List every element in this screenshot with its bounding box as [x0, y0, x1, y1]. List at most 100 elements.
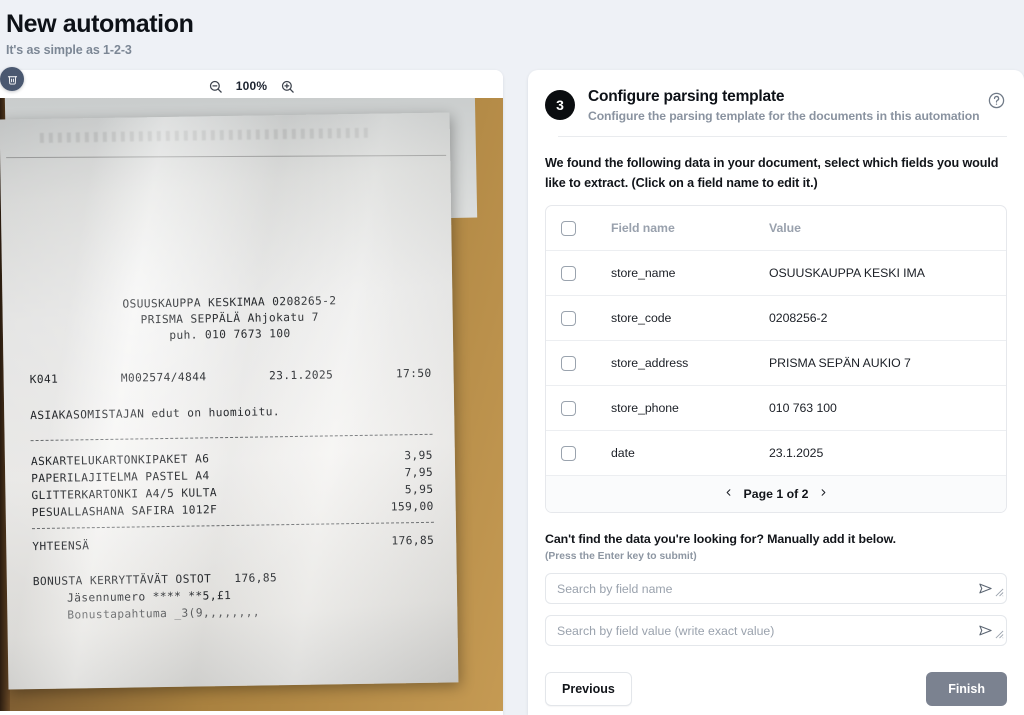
zoom-in-icon [280, 79, 295, 94]
receipt-member-line: Jäsennumero **** **5,£1 [66, 588, 232, 605]
field-value-cell: 0208256-2 [769, 311, 828, 325]
resize-handle[interactable] [995, 584, 1004, 602]
next-page-button[interactable] [818, 485, 829, 503]
row-checkbox[interactable] [561, 400, 576, 416]
receipt-phone-line: puh. 010 7673 100 [169, 327, 291, 342]
receipt-register: K041 [29, 372, 59, 387]
column-header-value: Value [769, 221, 801, 235]
help-button[interactable] [988, 92, 1005, 114]
receipt-item-price: 7,95 [404, 465, 434, 480]
field-name-input[interactable] [546, 574, 1006, 603]
submit-field-value-button[interactable] [978, 623, 993, 643]
configure-panel: 3 Configure parsing template Configure t… [528, 70, 1024, 715]
field-value-input[interactable] [546, 616, 1006, 645]
receipt-item-name: ASKARTELUKARTONKIPAKET A6 [30, 452, 210, 469]
field-value-input-wrap[interactable] [545, 615, 1007, 646]
page-indicator: Page 1 of 2 [743, 487, 809, 501]
table-row[interactable]: store_phone 010 763 100 [546, 386, 1006, 431]
zoom-level-label: 100% [235, 79, 268, 93]
receipt-paper: OSUUSKAUPPA KESKIMAA 0208265-2 PRISMA SE… [0, 112, 459, 690]
receipt-notice: ASIAKASOMISTAJAN edut on huomioitu. [30, 405, 281, 423]
receipt-item-name: GLITTERKARTONKI A4/5 KULTA [31, 486, 218, 503]
receipt-total-row: YHTEENSÄ 176,85 [32, 534, 434, 553]
receipt-photo[interactable]: OSUUSKAUPPA KESKIMAA 0208265-2 PRISMA SE… [0, 98, 503, 711]
table-header-row: Field name Value [546, 206, 1006, 251]
receipt-item-price: 159,00 [390, 499, 434, 514]
receipt-item-price: 3,95 [404, 448, 433, 463]
page-title: New automation [6, 10, 194, 38]
manual-add-hint: (Press the Enter key to submit) [545, 551, 697, 562]
field-name-cell[interactable]: store_address [611, 356, 769, 370]
receipt-bonus-event-line: Bonustapahtuma _3(9,,,,,,,, [67, 605, 261, 622]
document-viewer: 100% OSUUSKAUPPA KESKIMAA 0208265-2 PRIS… [0, 67, 503, 715]
row-checkbox[interactable] [561, 445, 576, 461]
column-header-field-name: Field name [611, 221, 675, 235]
manual-add-title: Can't find the data you're looking for? … [545, 532, 897, 546]
send-icon [978, 625, 993, 642]
field-value-cell: 010 763 100 [769, 401, 837, 415]
field-value-cell: 23.1.2025 [769, 446, 824, 460]
table-row[interactable]: date 23.1.2025 [546, 431, 1006, 476]
field-name-cell[interactable]: date [611, 446, 769, 460]
receipt-separator [31, 521, 434, 530]
receipt-bonus-label: BONUSTA KERRYTTÄVÄT OSTOT [32, 572, 212, 589]
field-name-input-wrap[interactable] [545, 573, 1007, 604]
field-name-cell[interactable]: store_phone [611, 401, 769, 415]
chevron-left-icon [723, 485, 734, 503]
row-checkbox[interactable] [561, 265, 576, 281]
step-subtitle: Configure the parsing template for the d… [588, 109, 980, 123]
receipt-item-name: PESUALLASHANA SAFIRA 1012F [31, 503, 218, 520]
finish-button[interactable]: Finish [926, 672, 1007, 706]
main-content: 100% OSUUSKAUPPA KESKIMAA 0208265-2 PRIS… [0, 67, 1024, 715]
previous-button[interactable]: Previous [545, 672, 632, 706]
receipt-separator [30, 433, 433, 442]
zoom-out-icon [208, 79, 223, 94]
table-row[interactable]: store_name OSUUSKAUPPA KESKI IMA [546, 251, 1006, 296]
page-header: New automation It's as simple as 1-2-3 [0, 0, 1024, 70]
zoom-in-button[interactable] [279, 78, 296, 95]
row-checkbox[interactable] [561, 355, 576, 371]
header-divider [558, 136, 1007, 137]
receipt-item-row: PAPERILAJITELMA PASTEL A4 7,95 [31, 466, 433, 485]
table-row[interactable]: store_code 0208256-2 [546, 296, 1006, 341]
receipt-meta-row: K041 M002574/4844 23.1.2025 17:50 [30, 367, 432, 386]
zoom-out-button[interactable] [207, 78, 224, 95]
previous-page-button[interactable] [723, 485, 734, 503]
receipt-time: 17:50 [395, 366, 432, 381]
zoom-toolbar: 100% [0, 70, 503, 98]
receipt-item-name: PAPERILAJITELMA PASTEL A4 [31, 469, 210, 486]
panel-footer: Previous Finish [545, 672, 1007, 706]
step-header: 3 Configure parsing template Configure t… [545, 88, 1007, 123]
step-title: Configure parsing template [588, 88, 785, 105]
field-value-cell: PRISMA SEPÄN AUKIO 7 [769, 356, 911, 370]
resize-handle[interactable] [995, 626, 1004, 644]
receipt-total-label: YHTEENSÄ [32, 539, 90, 554]
select-all-checkbox[interactable] [561, 220, 576, 236]
receipt-bonus-value: 176,85 [234, 571, 278, 585]
chevron-right-icon [818, 485, 829, 503]
instructions-text: We found the following data in your docu… [545, 156, 999, 190]
receipt-text: OSUUSKAUPPA KESKIMAA 0208265-2 PRISMA SE… [0, 113, 458, 690]
row-checkbox[interactable] [561, 310, 576, 326]
receipt-date: 23.1.2025 [268, 368, 334, 383]
table-row[interactable]: store_address PRISMA SEPÄN AUKIO 7 [546, 341, 1006, 386]
fields-table: Field name Value store_name OSUUSKAUPPA … [545, 205, 1007, 513]
receipt-item-row: GLITTERKARTONKI A4/5 KULTA 5,95 [31, 483, 433, 502]
send-icon [978, 583, 993, 600]
submit-field-name-button[interactable] [978, 581, 993, 601]
field-value-cell: OSUUSKAUPPA KESKI IMA [769, 266, 925, 280]
receipt-item-row: PESUALLASHANA SAFIRA 1012F 159,00 [32, 500, 434, 519]
receipt-transaction: M002574/4844 [120, 370, 207, 385]
receipt-total-value: 176,85 [391, 533, 435, 548]
receipt-item-row: ASKARTELUKARTONKIPAKET A6 3,95 [31, 449, 433, 468]
receipt-item-price: 5,95 [404, 482, 434, 497]
page-subtitle: It's as simple as 1-2-3 [6, 43, 132, 57]
field-name-cell[interactable]: store_code [611, 311, 769, 325]
trash-icon [7, 74, 18, 85]
field-name-cell[interactable]: store_name [611, 266, 769, 280]
table-pagination: Page 1 of 2 [546, 476, 1006, 512]
viewer-card: 100% OSUUSKAUPPA KESKIMAA 0208265-2 PRIS… [0, 70, 503, 715]
delete-document-button[interactable] [0, 67, 24, 91]
step-number-badge: 3 [545, 90, 575, 120]
help-circle-icon [988, 92, 1005, 113]
